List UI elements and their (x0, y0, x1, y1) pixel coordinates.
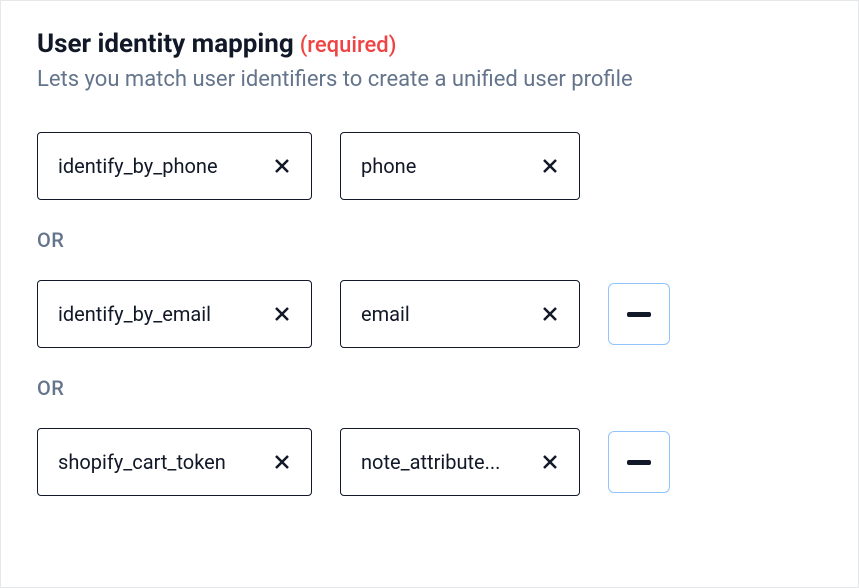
field-select-2[interactable]: email (340, 280, 580, 348)
identifier-value: shopify_cart_token (58, 450, 226, 474)
heading-row: User identity mapping (required) (37, 29, 822, 59)
mapping-row-2: identify_by_email email (37, 280, 822, 348)
field-value: email (361, 302, 410, 326)
mapping-row-3: shopify_cart_token note_attribute... (37, 428, 822, 496)
mapping-row-1: identify_by_phone phone (37, 132, 822, 200)
required-badge: (required) (300, 33, 397, 58)
field-select-1[interactable]: phone (340, 132, 580, 200)
field-value: phone (361, 154, 416, 178)
minus-icon (627, 460, 651, 465)
identifier-select-3[interactable]: shopify_cart_token (37, 428, 312, 496)
field-select-3[interactable]: note_attribute... (340, 428, 580, 496)
minus-icon (627, 312, 651, 317)
close-icon[interactable] (273, 305, 291, 323)
close-icon[interactable] (273, 453, 291, 471)
identifier-value: identify_by_phone (58, 154, 218, 178)
remove-row-button-3[interactable] (608, 431, 670, 493)
remove-row-button-2[interactable] (608, 283, 670, 345)
section-subtitle: Lets you match user identifiers to creat… (37, 67, 822, 92)
identifier-value: identify_by_email (58, 302, 211, 326)
close-icon[interactable] (541, 453, 559, 471)
identifier-select-2[interactable]: identify_by_email (37, 280, 312, 348)
or-separator-1: OR (37, 228, 822, 252)
close-icon[interactable] (541, 157, 559, 175)
identifier-select-1[interactable]: identify_by_phone (37, 132, 312, 200)
field-value: note_attribute... (361, 450, 500, 474)
close-icon[interactable] (541, 305, 559, 323)
user-identity-mapping-panel: User identity mapping (required) Lets yo… (0, 0, 859, 588)
section-title: User identity mapping (37, 29, 294, 59)
or-separator-2: OR (37, 376, 822, 400)
close-icon[interactable] (273, 157, 291, 175)
